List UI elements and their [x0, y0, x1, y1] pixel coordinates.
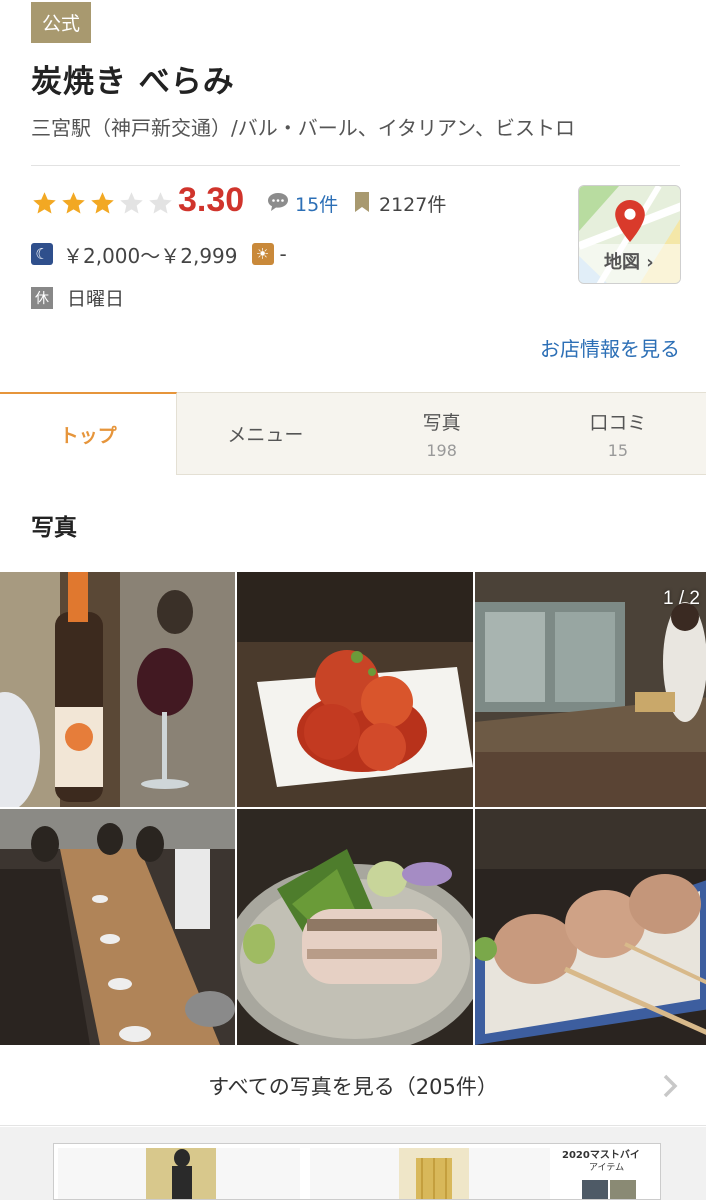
ad-headline: 2020マストバイ: [562, 1150, 640, 1161]
shop-station-genre: 三宮駅（神戸新交通）/バル・バール、イタリアン、ビストロ: [31, 116, 575, 140]
ad-banner[interactable]: 2020マストバイ アイテム: [53, 1143, 661, 1200]
divider: [31, 165, 680, 166]
holiday-row: 休 日曜日: [31, 284, 124, 311]
dinner-price: ￥2,000～￥2,999: [63, 243, 238, 268]
budget-row: ☾ ￥2,000～￥2,999 ☀ -: [31, 241, 287, 268]
map-label: 地図 ›: [604, 252, 654, 273]
star-rating: [31, 190, 174, 217]
photo-counter[interactable]: [0, 809, 235, 1045]
review-count-link[interactable]: 15件: [295, 190, 338, 217]
photo-chicken-tataki[interactable]: [237, 809, 473, 1045]
official-badge: 公式: [31, 2, 91, 43]
star-icon: [91, 192, 114, 214]
photos-section-title: 写真: [31, 515, 77, 541]
view-all-photos-button[interactable]: すべての写真を見る（205件）: [0, 1046, 706, 1126]
tab-label: 口コミ: [589, 411, 647, 434]
bookmark-icon: [355, 192, 369, 212]
bookmark-count: 2127件: [379, 194, 447, 216]
photo-pager: 1 / 2: [663, 588, 700, 609]
photo-squid-tomato[interactable]: [237, 572, 473, 807]
photo-restaurant-kitchen[interactable]: 1 / 2: [475, 572, 706, 807]
tab-top[interactable]: トップ: [0, 392, 178, 475]
tab-label: メニュー: [227, 424, 304, 446]
view-all-photos-label: すべての写真を見る（205件）: [208, 1074, 498, 1099]
sun-icon: ☀: [251, 243, 274, 265]
lunch-price: -: [279, 242, 287, 266]
tab-reviews[interactable]: 口コミ 15: [529, 392, 706, 475]
ad-banner-area: 2020マストバイ アイテム: [0, 1127, 706, 1200]
star-icon: [62, 192, 85, 214]
chevron-right-icon: [663, 1074, 678, 1098]
rating-score: 3.30: [178, 181, 245, 219]
shop-info-link[interactable]: お店情報を見る: [540, 333, 680, 362]
ad-subline: アイテム: [589, 1163, 625, 1173]
holiday-text: 日曜日: [67, 288, 125, 310]
tab-menu[interactable]: メニュー: [177, 392, 354, 475]
star-icon: [120, 192, 143, 214]
shop-name: 炭焼き べらみ: [31, 64, 235, 100]
tab-count: 15: [607, 440, 629, 460]
tab-label: 写真: [422, 411, 461, 434]
tab-label: トップ: [59, 425, 117, 447]
photo-wine[interactable]: [0, 572, 235, 807]
tab-bar: トップ メニュー 写真 198 口コミ 15: [0, 392, 706, 475]
map-pin-icon: [615, 200, 645, 242]
star-icon: [149, 192, 172, 214]
photo-tsukune[interactable]: [475, 809, 706, 1045]
tab-count: 198: [426, 440, 457, 460]
map-button[interactable]: 地図 ›: [578, 185, 681, 284]
speech-bubble-icon: [268, 193, 288, 211]
tab-photos[interactable]: 写真 198: [353, 392, 530, 475]
moon-icon: ☾: [31, 243, 53, 265]
photo-grid: 1 / 2: [0, 572, 706, 1045]
star-icon: [33, 192, 56, 214]
holiday-badge: 休: [31, 286, 53, 309]
